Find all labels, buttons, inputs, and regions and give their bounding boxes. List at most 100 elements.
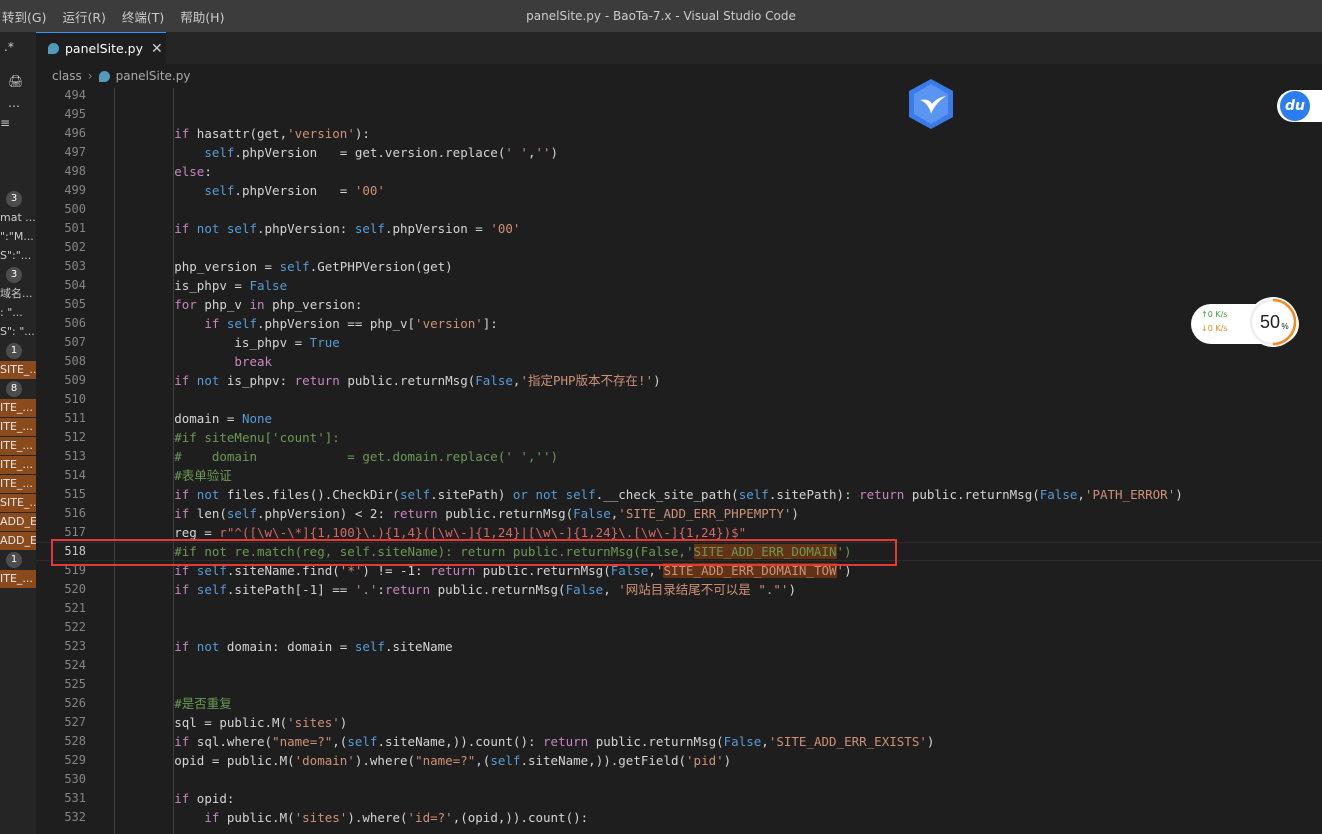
search-result-item[interactable]: 域名... <box>0 285 36 303</box>
code-line[interactable]: 516 if len(self.phpVersion) < 2: return … <box>36 504 1322 523</box>
code-token: self <box>354 639 385 654</box>
code-text: opid = public.M('domain').where("name=?"… <box>114 751 731 770</box>
code-token: None <box>241 411 273 426</box>
code-line[interactable]: 503 php_version = self.GetPHPVersion(get… <box>36 257 1322 276</box>
breadcrumb-file[interactable]: panelSite.py <box>116 69 191 83</box>
search-result-item[interactable]: ITE_... <box>0 418 36 436</box>
code-token: '' <box>535 145 551 160</box>
code-line[interactable]: 529 opid = public.M('domain').where("nam… <box>36 751 1322 770</box>
code-line[interactable]: 510 <box>36 390 1322 409</box>
du-logo-icon[interactable]: du <box>1280 91 1310 121</box>
search-result-item[interactable]: SITE_... <box>0 494 36 512</box>
code-token: not <box>196 487 227 502</box>
search-result-item[interactable]: ITE_... <box>0 399 36 417</box>
search-result-item[interactable]: S": "... <box>0 323 36 341</box>
code-token: self <box>400 487 431 502</box>
more-icon[interactable]: … <box>8 96 20 110</box>
code-line[interactable]: 498 else: <box>36 162 1322 181</box>
code-line[interactable]: 530 <box>36 770 1322 789</box>
search-result-item[interactable]: ITE_... <box>0 570 36 588</box>
code-line[interactable]: 512 #if siteMenu['count']: <box>36 428 1322 447</box>
menu-icon[interactable]: ≡ <box>0 116 10 130</box>
code-line[interactable]: 532 if public.M('sites').where('id=?',(o… <box>36 808 1322 827</box>
tab-bar: panelSite.py ✕ <box>36 32 1322 64</box>
code-token: , <box>603 582 619 597</box>
code-token: not <box>196 221 227 236</box>
code-editor[interactable]: 494 495 496 if hasattr(get,'version'): 497 … <box>36 88 1322 834</box>
print-icon[interactable]: 🖨 <box>8 74 23 88</box>
code-token: self <box>354 221 385 236</box>
code-token: files.files().CheckDir( <box>226 487 400 502</box>
search-result-item[interactable]: ADD_E... <box>0 513 36 531</box>
search-result-item[interactable]: ITE_... <box>0 437 36 455</box>
code-line[interactable]: 515 if not files.files().CheckDir(self.s… <box>36 485 1322 504</box>
code-line[interactable]: 511 domain = None <box>36 409 1322 428</box>
search-result-item[interactable]: mat ... <box>0 209 36 227</box>
code-line[interactable]: 513 # domain = get.domain.replace(' ',''… <box>36 447 1322 466</box>
code-line[interactable]: 531 if opid: <box>36 789 1322 808</box>
python-file-icon <box>48 43 59 54</box>
cpu-gauge[interactable]: 50 % <box>1246 295 1300 349</box>
code-line[interactable]: 501 if not self.phpVersion: self.phpVers… <box>36 219 1322 238</box>
search-result-item[interactable]: SITE_... <box>0 361 36 379</box>
bird-app-icon[interactable] <box>906 78 956 130</box>
code-line[interactable]: 505 for php_v in php_version: <box>36 295 1322 314</box>
code-token: .__check_site_path( <box>595 487 739 502</box>
code-line[interactable]: 500 <box>36 200 1322 219</box>
search-result-item[interactable]: S":"... <box>0 247 36 265</box>
search-result-item[interactable]: ":"M... <box>0 228 36 246</box>
code-line[interactable]: 507 is_phpv = True <box>36 333 1322 352</box>
tab-panelsite[interactable]: panelSite.py ✕ <box>36 32 166 64</box>
code-line[interactable]: 506 if self.phpVersion == php_v['version… <box>36 314 1322 333</box>
code-line[interactable]: 523 if not domain: domain = self.siteNam… <box>36 637 1322 656</box>
close-icon[interactable]: ✕ <box>151 41 163 57</box>
search-result-item[interactable]: : "... <box>0 304 36 322</box>
code-line[interactable]: 495 <box>36 105 1322 124</box>
code-token: "name=?" <box>415 753 476 768</box>
code-token: .phpVersion == php_v[ <box>257 316 416 331</box>
code-token: .sitePath): <box>768 487 860 502</box>
code-token: self <box>347 734 378 749</box>
code-token: '.' <box>354 582 378 597</box>
code-line[interactable]: 520 if self.sitePath[-1] == '.':return p… <box>36 580 1322 599</box>
code-line[interactable]: 504 is_phpv = False <box>36 276 1322 295</box>
code-line[interactable]: 526 #是否重复 <box>36 694 1322 713</box>
code-token: False <box>723 734 762 749</box>
code-token: self <box>490 753 521 768</box>
line-number: 494 <box>64 88 86 102</box>
code-token: ]: <box>482 316 498 331</box>
breadcrumb-folder[interactable]: class <box>52 69 82 83</box>
search-result-item[interactable]: ADD_E... <box>0 532 36 550</box>
code-line[interactable]: 522 <box>36 618 1322 637</box>
search-result-item[interactable]: ITE_... <box>0 475 36 493</box>
line-number: 510 <box>64 392 86 406</box>
code-line[interactable]: 521 <box>36 599 1322 618</box>
code-token: self <box>196 582 227 597</box>
search-result-item[interactable]: ITE_... <box>0 456 36 474</box>
code-line[interactable]: 525 <box>36 675 1322 694</box>
code-line[interactable]: 508 break <box>36 352 1322 371</box>
code-line[interactable]: 496 if hasattr(get,'version'): <box>36 124 1322 143</box>
code-line[interactable]: 494 <box>36 88 1322 105</box>
code-token: 'id=?' <box>407 810 453 825</box>
code-token: .phpVersion = <box>384 221 491 236</box>
code-line[interactable]: 514 #表单验证 <box>36 466 1322 485</box>
code-line[interactable]: 497 self.phpVersion = get.version.replac… <box>36 143 1322 162</box>
window-title: panelSite.py - BaoTa-7.x - Visual Studio… <box>526 9 796 23</box>
code-token: or <box>512 487 536 502</box>
code-line[interactable]: 499 self.phpVersion = '00' <box>36 181 1322 200</box>
code-line[interactable]: 527 sql = public.M('sites') <box>36 713 1322 732</box>
regex-icon[interactable]: .* <box>4 40 14 54</box>
line-number: 514 <box>64 468 86 482</box>
code-line[interactable]: 528 if sql.where("name=?",(self.siteName… <box>36 732 1322 751</box>
code-line[interactable]: 524 <box>36 656 1322 675</box>
code-line[interactable]: 502 <box>36 238 1322 257</box>
code-line[interactable]: 509 if not is_phpv: return public.return… <box>36 371 1322 390</box>
code-text: if hasattr(get,'version'): <box>114 124 370 143</box>
